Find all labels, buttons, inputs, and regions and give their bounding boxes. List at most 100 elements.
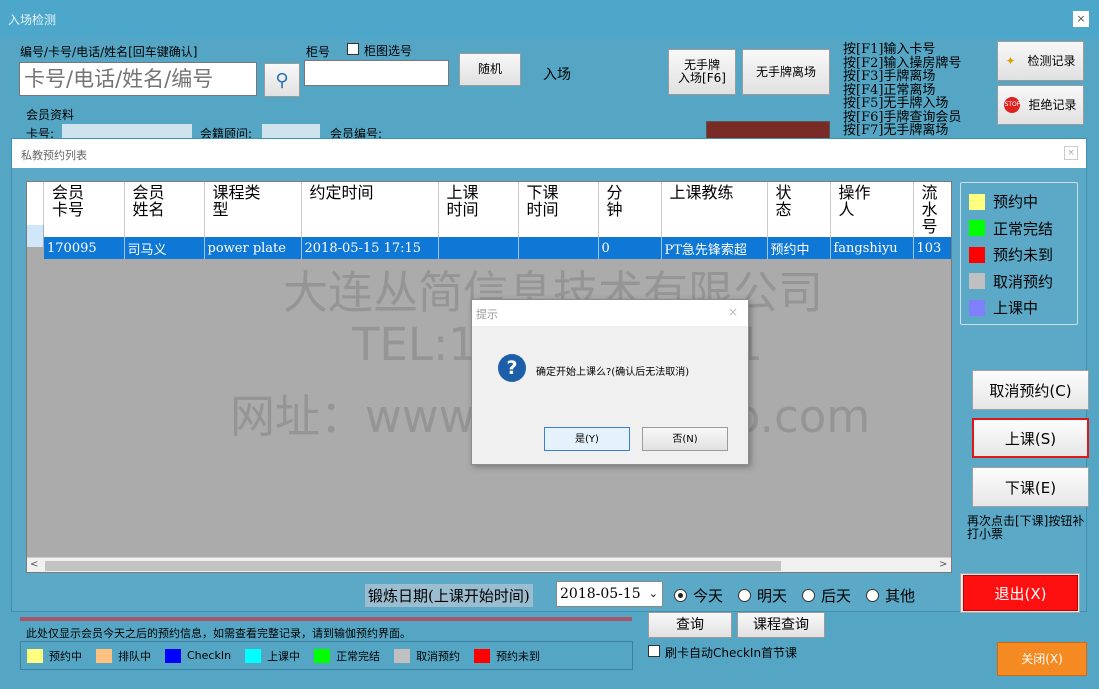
legend-item: 上课中 [969,297,1038,318]
chevron-down-icon[interactable]: ⌄ [649,582,658,606]
table-cell[interactable]: 103 [913,237,951,259]
no-plate-leave-button[interactable]: 无手牌离场 [742,49,830,95]
legend-label: 取消预约 [993,272,1054,291]
scroll-right-icon[interactable]: > [939,559,947,570]
enter-label: 入场 [543,67,571,83]
column-header[interactable]: 分 钟 [598,182,662,237]
query-button[interactable]: 查询 [648,612,732,638]
legend-item: 取消预约 [969,271,1053,292]
radio-button[interactable] [866,589,880,602]
locker-label: 柜号 [306,45,331,59]
legend-swatch [969,299,985,316]
grid-table: 会员 卡号 会员 姓名 课程类 型约定时间 上课 时间 下课 时间分 钟上课教练状 态操… [44,182,951,259]
radio-label: 今天 [693,587,724,605]
day-radio-1[interactable]: 明天 [738,585,787,606]
window-title: 入场检测 [8,13,57,27]
auto-checkin-label: 刷卡自动CheckIn首节课 [665,646,798,660]
question-icon: ? [498,354,526,382]
bottom-legend-item: 上课中 [245,648,300,664]
reject-record-label: 拒绝记录 [1028,97,1077,112]
prompt-titlebar: 提示 × [472,300,748,326]
column-header[interactable]: 流水 号 [913,182,951,237]
radio-button[interactable] [674,589,687,602]
day-radio-2[interactable]: 后天 [802,585,851,606]
prompt-message: 确定开始上课么?(确认后无法取消) [536,367,690,378]
date-picker[interactable]: 2018-05-15 ⌄ [556,581,663,607]
random-button[interactable]: 随机 [459,53,521,86]
radio-label: 明天 [757,587,788,605]
day-radio-0[interactable]: 今天 [674,585,723,606]
divider [20,617,632,621]
shortcut-item: 按[F1]输入卡号 [843,42,936,57]
auto-checkin-checkbox[interactable] [648,645,660,657]
day-radio-3[interactable]: 其他 [866,585,915,606]
prompt-close-icon[interactable]: × [728,305,738,319]
legend-swatch [474,648,491,663]
close-icon[interactable]: × [1073,11,1089,27]
end-class-button[interactable]: 下课(E) [972,467,1089,507]
shortcut-item: 按[F5]无手牌入场 [843,96,949,111]
legend-label: 正常完结 [336,649,381,663]
shortcut-item: 按[F7]无手牌离场 [843,123,949,138]
column-header[interactable]: 上课 时间 [438,182,519,237]
status-legend: 预约中 正常完结 预约未到 取消预约 上课中 [960,182,1078,325]
bottom-legend: 预约中 排队中 CheckIn 上课中 正常完结 取消预约 预约未到 [20,641,633,670]
bottom-legend-item: 预约中 [27,648,82,664]
table-cell[interactable]: 170095 [44,237,125,259]
legend-label: 预约中 [993,193,1039,211]
bottom-legend-item: 取消预约 [394,648,460,664]
column-header[interactable]: 会员 卡号 [44,182,125,237]
legend-swatch [314,648,331,663]
cancel-appointment-button[interactable]: 取消预约(C) [972,370,1089,410]
star-icon: ✦ [1005,53,1016,68]
legend-swatch [969,246,985,263]
start-class-button[interactable]: 上课(S) [972,418,1089,458]
day-radio-group: 今天 明天 后天 其他 [674,585,930,606]
table-cell[interactable]: 司马义 [124,237,205,259]
close-button[interactable]: 关闭(X) [997,642,1087,676]
search-button[interactable]: ⚲ [264,63,300,97]
radio-button[interactable] [738,589,752,602]
shortcut-item: 按[F4]正常离场 [843,82,936,98]
yes-button[interactable]: 是(Y) [544,427,630,451]
row-selector[interactable] [27,225,44,247]
legend-swatch [394,648,411,663]
bottom-note: 此处仅显示会员今天之后的预约信息，如需查看完整记录，请到输伽预约界面。 [26,627,411,640]
column-header[interactable]: 上课教练 [661,182,768,237]
card-value-field [62,124,192,138]
radio-button[interactable] [802,589,816,602]
scroll-left-icon[interactable]: < [30,559,38,570]
check-record-button[interactable]: ✦ 检测记录 [997,41,1084,81]
dialog-title: 私教预约列表 [21,149,87,162]
exit-button[interactable]: 退出(X) [963,575,1078,611]
column-header[interactable]: 下课 时间 [518,182,599,237]
pick-checkbox[interactable] [347,43,359,55]
dialog-close-icon[interactable]: × [1064,146,1078,160]
table-cell[interactable]: fangshiyu [830,237,914,259]
date-value: 2018-05-15 [560,586,641,602]
column-header[interactable]: 约定时间 [301,182,439,237]
column-header[interactable]: 课程类 型 [204,182,302,237]
shortcut-item: 按[F3]手牌离场 [843,69,936,84]
radio-label: 后天 [821,587,852,605]
reject-record-button[interactable]: STOP 拒绝记录 [997,85,1084,125]
legend-label: 预约未到 [496,649,541,663]
shortcut-item: 按[F2]输入操房牌号 [843,55,962,71]
course-query-button[interactable]: 课程查询 [737,612,825,638]
locker-input[interactable] [304,60,449,86]
search-input[interactable] [19,62,257,96]
column-header[interactable]: 状 态 [767,182,831,237]
header-row: 会员 卡号 会员 姓名 课程类 型约定时间 上课 时间 下课 时间分 钟上课教练状 态操… [44,182,951,237]
search-label: 编号/卡号/电话/姓名[回车键确认] [20,45,198,59]
column-header[interactable]: 会员 姓名 [124,182,205,237]
no-plate-enter-button[interactable]: 无手牌 入场[F6] [668,49,736,95]
legend-swatch [96,648,112,663]
legend-item: 预约中 [969,191,1038,212]
legend-label: 预约未到 [993,246,1054,264]
column-header[interactable]: 操作 人 [830,182,914,237]
legend-label: 取消预约 [416,649,461,663]
no-button[interactable]: 否(N) [642,427,728,451]
horizontal-scrollbar[interactable]: < > [27,557,951,572]
prompt-dialog: 提示 × ? 确定开始上课么?(确认后无法取消) 是(Y) 否(N) [471,299,749,465]
scroll-thumb[interactable] [45,561,781,571]
